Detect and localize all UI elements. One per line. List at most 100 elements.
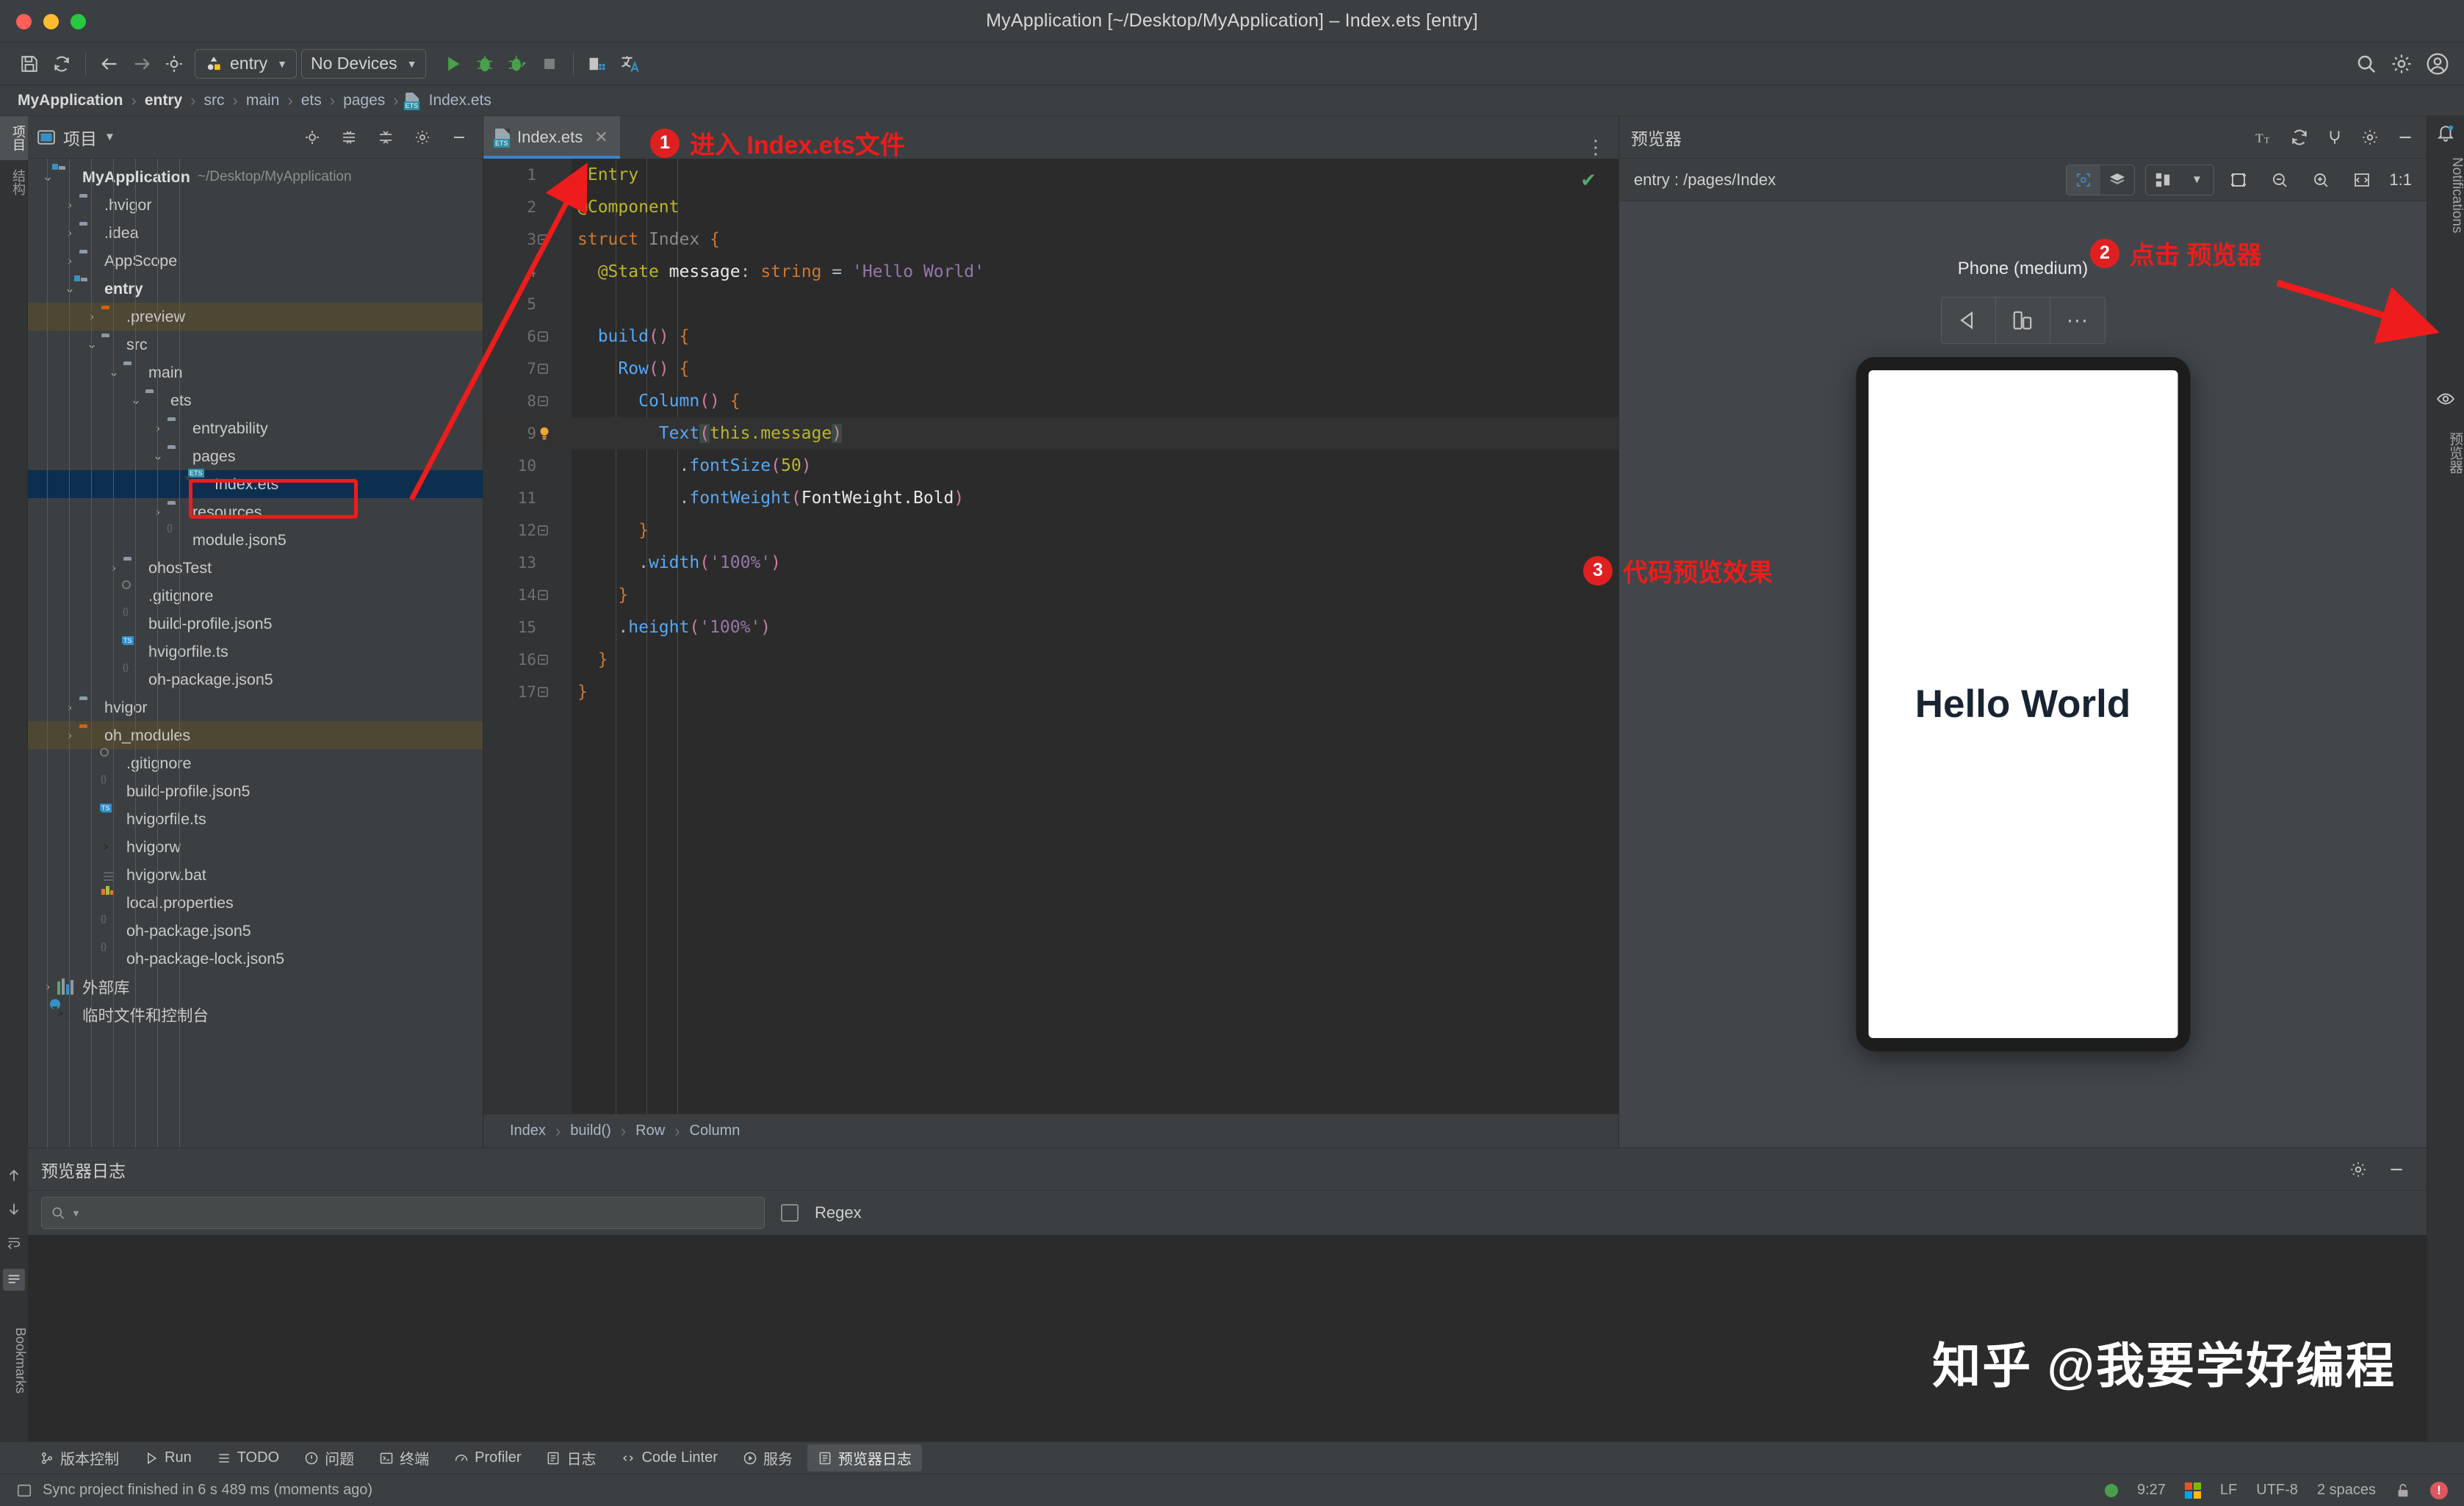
chevron-right-icon[interactable]: › <box>82 309 101 324</box>
fold-icon[interactable] <box>536 685 572 699</box>
tree-item-myapplication[interactable]: ⌄ MyApplication ~/Desktop/MyApplication <box>28 163 483 191</box>
save-icon[interactable] <box>13 48 46 80</box>
layers-icon[interactable] <box>2100 165 2134 195</box>
tree-item--preview[interactable]: › .preview <box>28 303 483 331</box>
error-status-icon[interactable]: ! <box>2430 1481 2448 1499</box>
chevron-down-icon[interactable]: ⌄ <box>38 170 57 184</box>
clear-all-icon[interactable] <box>3 1269 25 1291</box>
code-line[interactable]: 5 <box>483 288 1618 320</box>
tree-item-module-json5[interactable]: {} module.json5 <box>28 522 483 554</box>
tool-window-code-linter[interactable]: Code Linter <box>610 1446 727 1469</box>
tree-item-hvigorfile-ts[interactable]: TS hvigorfile.ts <box>28 804 483 833</box>
scroll-down-icon[interactable] <box>6 1201 22 1217</box>
search-input[interactable]: ▼ <box>41 1197 765 1229</box>
tree-item--hvigor[interactable]: › .hvigor <box>28 191 483 219</box>
tool-window--[interactable]: 预览器日志 <box>807 1444 922 1471</box>
breadcrumb-item-1[interactable]: entry <box>140 92 187 109</box>
tree-item-ets[interactable]: ⌄ ets <box>28 386 483 414</box>
chevron-right-icon[interactable]: › <box>148 505 167 519</box>
tree-item-appscope[interactable]: › AppScope <box>28 247 483 275</box>
previewer-strip-icon[interactable] <box>2427 373 2464 425</box>
crop-icon[interactable] <box>2222 165 2255 195</box>
code-line[interactable]: 4 @State message: string = 'Hello World' <box>483 256 1618 288</box>
tool-window-todo[interactable]: TODO <box>206 1446 289 1469</box>
device-selector[interactable]: No Devices ▼ <box>301 48 427 79</box>
chevron-down-icon[interactable]: ⌄ <box>126 393 145 408</box>
device-manager-icon[interactable] <box>581 48 613 80</box>
collapse-all-icon[interactable] <box>377 129 395 146</box>
fold-icon[interactable] <box>536 653 572 666</box>
fold-icon[interactable] <box>536 524 572 537</box>
chevron-down-icon[interactable]: ⌄ <box>60 281 79 296</box>
tree-item-oh-package-json5[interactable]: {} oh-package.json5 <box>28 662 483 693</box>
windows-logo-icon[interactable] <box>2184 1482 2201 1499</box>
zoom-in-icon[interactable] <box>2304 165 2338 195</box>
tree-item--[interactable]: >_ 临时文件和控制台 <box>28 999 483 1028</box>
tree-item-oh-package-lock-json5[interactable]: {} oh-package-lock.json5 <box>28 941 483 973</box>
code-area[interactable]: ✔ 1 @Entry 2 @Component 3 struct Index {4 @St… <box>483 159 1618 1114</box>
sidebar-item-notifications[interactable]: Notifications <box>2427 150 2464 241</box>
tree-item-oh-package-json5[interactable]: {} oh-package.json5 <box>28 913 483 945</box>
code-line[interactable]: 11 .fontWeight(FontWeight.Bold) <box>483 482 1618 514</box>
code-line[interactable]: 14 } <box>483 579 1618 611</box>
tree-item-build-profile-json5[interactable]: {} build-profile.json5 <box>28 606 483 638</box>
tool-window-bar[interactable]: 版本控制 Run TODO 问题 终端 Profiler 日志 Code Linter 服务 预览… <box>0 1441 2464 1474</box>
rotate-icon[interactable] <box>1942 298 1996 343</box>
breadcrumb-item-3[interactable]: main <box>242 92 284 109</box>
search-icon[interactable] <box>2355 53 2377 75</box>
tree-item-local-properties[interactable]: local.properties <box>28 886 483 917</box>
tab-index-ets[interactable]: ETS Index.ets ✕ <box>483 116 620 159</box>
indent-setting[interactable]: 2 spaces <box>2317 1482 2376 1499</box>
tree-item-entry[interactable]: ⌄ entry <box>28 275 483 303</box>
debug-icon[interactable] <box>469 48 501 80</box>
intention-bulb-icon[interactable] <box>536 425 572 442</box>
code-line[interactable]: 17} <box>483 676 1618 708</box>
breadcrumb-file[interactable]: ETS Index.ets <box>403 92 496 110</box>
gear-icon[interactable] <box>2349 1160 2368 1179</box>
close-icon[interactable]: ✕ <box>594 128 608 147</box>
chevron-right-icon[interactable]: › <box>148 421 167 436</box>
run-icon[interactable] <box>436 48 469 80</box>
tool-window--[interactable]: 日志 <box>536 1444 606 1471</box>
code-line[interactable]: 12 } <box>483 514 1618 547</box>
more-icon[interactable]: ⋮ <box>1586 136 1607 159</box>
inspector-icon[interactable] <box>2067 165 2101 195</box>
module-selector[interactable]: entry ▼ <box>195 48 297 79</box>
encoding[interactable]: UTF-8 <box>2256 1482 2298 1499</box>
chevron-down-icon[interactable]: ▼ <box>71 1208 81 1219</box>
tool-window--[interactable]: 服务 <box>732 1444 803 1471</box>
tree-item-ohostest[interactable]: › ohosTest <box>28 554 483 582</box>
tree-item-hvigorfile-ts[interactable]: TS hvigorfile.ts <box>28 636 483 666</box>
tool-window--[interactable]: 版本控制 <box>29 1444 129 1471</box>
fold-icon[interactable] <box>536 330 572 343</box>
chevron-right-icon[interactable]: › <box>104 561 123 575</box>
target-icon[interactable] <box>158 48 190 80</box>
gear-icon[interactable] <box>414 129 431 146</box>
tree-item--idea[interactable]: › .idea <box>28 219 483 247</box>
breadcrumb-item-2[interactable]: src <box>200 92 229 109</box>
code-line[interactable]: 7 Row() { <box>483 353 1618 385</box>
tool-window--[interactable]: 终端 <box>369 1444 439 1471</box>
layout-group[interactable]: ▼ <box>2145 164 2215 195</box>
tool-window-profiler[interactable]: Profiler <box>444 1446 531 1469</box>
sync-icon[interactable] <box>46 48 78 80</box>
tool-window--[interactable]: 问题 <box>294 1444 364 1471</box>
fold-icon[interactable] <box>536 588 572 602</box>
code-line[interactable]: 1 @Entry <box>483 159 1618 191</box>
multi-device-icon[interactable] <box>1996 298 2050 343</box>
structure-crumb-2[interactable]: Row <box>631 1123 669 1139</box>
tree-item--gitignore[interactable]: .gitignore <box>28 748 483 777</box>
tree-item-oh-modules[interactable]: › oh_modules <box>28 721 483 749</box>
code-line[interactable]: 3 struct Index { <box>483 223 1618 256</box>
stop-icon[interactable] <box>533 48 566 80</box>
code-line[interactable]: 10 .fontSize(50) <box>483 450 1618 482</box>
structure-crumb-0[interactable]: Index <box>505 1123 550 1139</box>
tree-item-main[interactable]: ⌄ main <box>28 359 483 386</box>
sidebar-item-structure[interactable]: 结构 <box>0 160 28 204</box>
sidebar-item-project[interactable]: 项目 <box>0 116 28 160</box>
plug-icon[interactable] <box>2325 128 2344 147</box>
structure-crumb-1[interactable]: build() <box>566 1123 616 1139</box>
breadcrumb-item-5[interactable]: pages <box>339 92 389 109</box>
device-toolbar[interactable]: ··· <box>1940 297 2105 344</box>
chevron-right-icon[interactable]: › <box>60 226 79 240</box>
